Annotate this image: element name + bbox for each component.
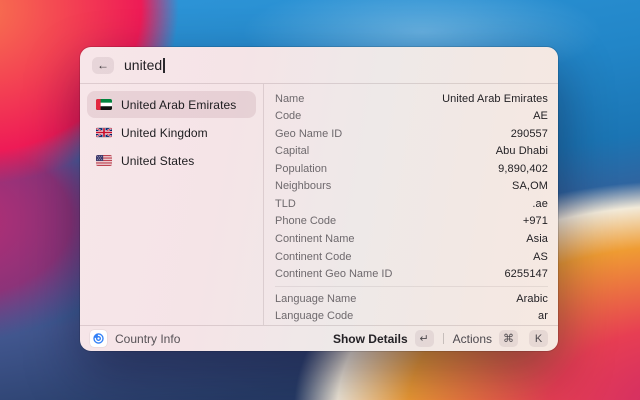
footer-bar: Country Info Show Details ↵ Actions ⌘ K <box>80 326 558 351</box>
detail-row-continent-name: Continent Name Asia <box>275 230 548 248</box>
show-details-label: Show Details <box>332 331 408 346</box>
detail-value: Asia <box>526 233 548 246</box>
detail-row-phone-code: Phone Code +971 <box>275 213 548 231</box>
detail-label: TLD <box>275 197 296 210</box>
search-bar: ← united <box>80 47 558 83</box>
search-input[interactable]: united <box>124 57 546 73</box>
back-button[interactable]: ← <box>92 56 114 74</box>
show-details-button[interactable]: Show Details ↵ <box>333 330 434 347</box>
country-info-app-icon <box>90 330 107 347</box>
detail-row-neighbours: Neighbours SA,OM <box>275 178 548 196</box>
footer-actions: Show Details ↵ Actions ⌘ K <box>333 330 548 347</box>
list-item-label: United States <box>121 153 195 168</box>
desktop-wallpaper: ← united United Arab Emirates United Kin… <box>0 0 640 400</box>
back-arrow-icon: ← <box>97 58 109 72</box>
detail-row-capital: Capital Abu Dhabi <box>275 143 548 161</box>
actions-label: Actions <box>452 331 492 346</box>
detail-label: Continent Geo Name ID <box>275 268 393 281</box>
detail-row-continent-code: Continent Code AS <box>275 248 548 266</box>
list-item-united-states[interactable]: United States <box>87 147 256 174</box>
text-caret <box>163 57 165 73</box>
detail-label: Language Code <box>275 310 354 323</box>
detail-label: Code <box>275 110 302 123</box>
detail-value: SA,OM <box>512 180 548 193</box>
detail-row-name: Name United Arab Emirates <box>275 90 548 108</box>
search-text: united <box>124 57 163 73</box>
app-name: Country Info <box>115 331 181 346</box>
list-item-label: United Arab Emirates <box>121 97 237 112</box>
detail-label: Language Name <box>275 292 357 305</box>
detail-label: Capital <box>275 145 310 158</box>
detail-label: Geo Name ID <box>275 127 343 140</box>
detail-row-population: Population 9,890,402 <box>275 160 548 178</box>
k-key-badge: K <box>529 330 548 347</box>
detail-value: AS <box>533 250 548 263</box>
command-key-badge: ⌘ <box>499 330 518 347</box>
detail-row-language-name: Language Name Arabic <box>275 290 548 308</box>
detail-value: Abu Dhabi <box>495 145 548 158</box>
detail-value: United Arab Emirates <box>442 92 548 105</box>
detail-label: Neighbours <box>275 180 332 193</box>
detail-value: Arabic <box>516 292 548 305</box>
detail-value: AE <box>533 110 548 123</box>
detail-value: 6255147 <box>504 268 548 281</box>
return-key-badge: ↵ <box>414 330 434 347</box>
detail-group-separator <box>275 285 548 287</box>
detail-row-language-code: Language Code ar <box>275 307 548 325</box>
detail-panel: Name United Arab Emirates Code AE Geo Name… <box>264 84 558 325</box>
uae-flag-icon <box>96 99 112 110</box>
actions-button[interactable]: Actions ⌘ K <box>453 330 548 347</box>
detail-label: Name <box>275 92 305 105</box>
content-area: United Arab Emirates United Kingdom Unit… <box>80 84 558 325</box>
list-item-united-kingdom[interactable]: United Kingdom <box>87 119 256 146</box>
detail-row-code: Code AE <box>275 108 548 126</box>
detail-label: Continent Code <box>275 250 352 263</box>
detail-value: .ae <box>532 197 548 210</box>
launcher-window: ← united United Arab Emirates United Kin… <box>80 47 558 351</box>
list-item-united-arab-emirates[interactable]: United Arab Emirates <box>87 91 256 118</box>
detail-value: ar <box>538 310 548 323</box>
detail-label: Phone Code <box>275 215 337 228</box>
us-flag-icon <box>96 155 112 166</box>
uk-flag-icon <box>96 127 112 138</box>
footer-app-info: Country Info <box>90 330 180 347</box>
detail-row-geo-name-id: Geo Name ID 290557 <box>275 125 548 143</box>
list-item-label: United Kingdom <box>121 125 208 140</box>
detail-label: Continent Name <box>275 233 355 246</box>
detail-label: Population <box>275 162 327 175</box>
detail-row-continent-geo-name-id: Continent Geo Name ID 6255147 <box>275 265 548 283</box>
detail-value: +971 <box>522 215 548 228</box>
country-list: United Arab Emirates United Kingdom Unit… <box>80 84 263 325</box>
footer-divider <box>442 333 444 344</box>
detail-value: 9,890,402 <box>498 162 548 175</box>
detail-value: 290557 <box>510 127 548 140</box>
detail-row-tld: TLD .ae <box>275 195 548 213</box>
